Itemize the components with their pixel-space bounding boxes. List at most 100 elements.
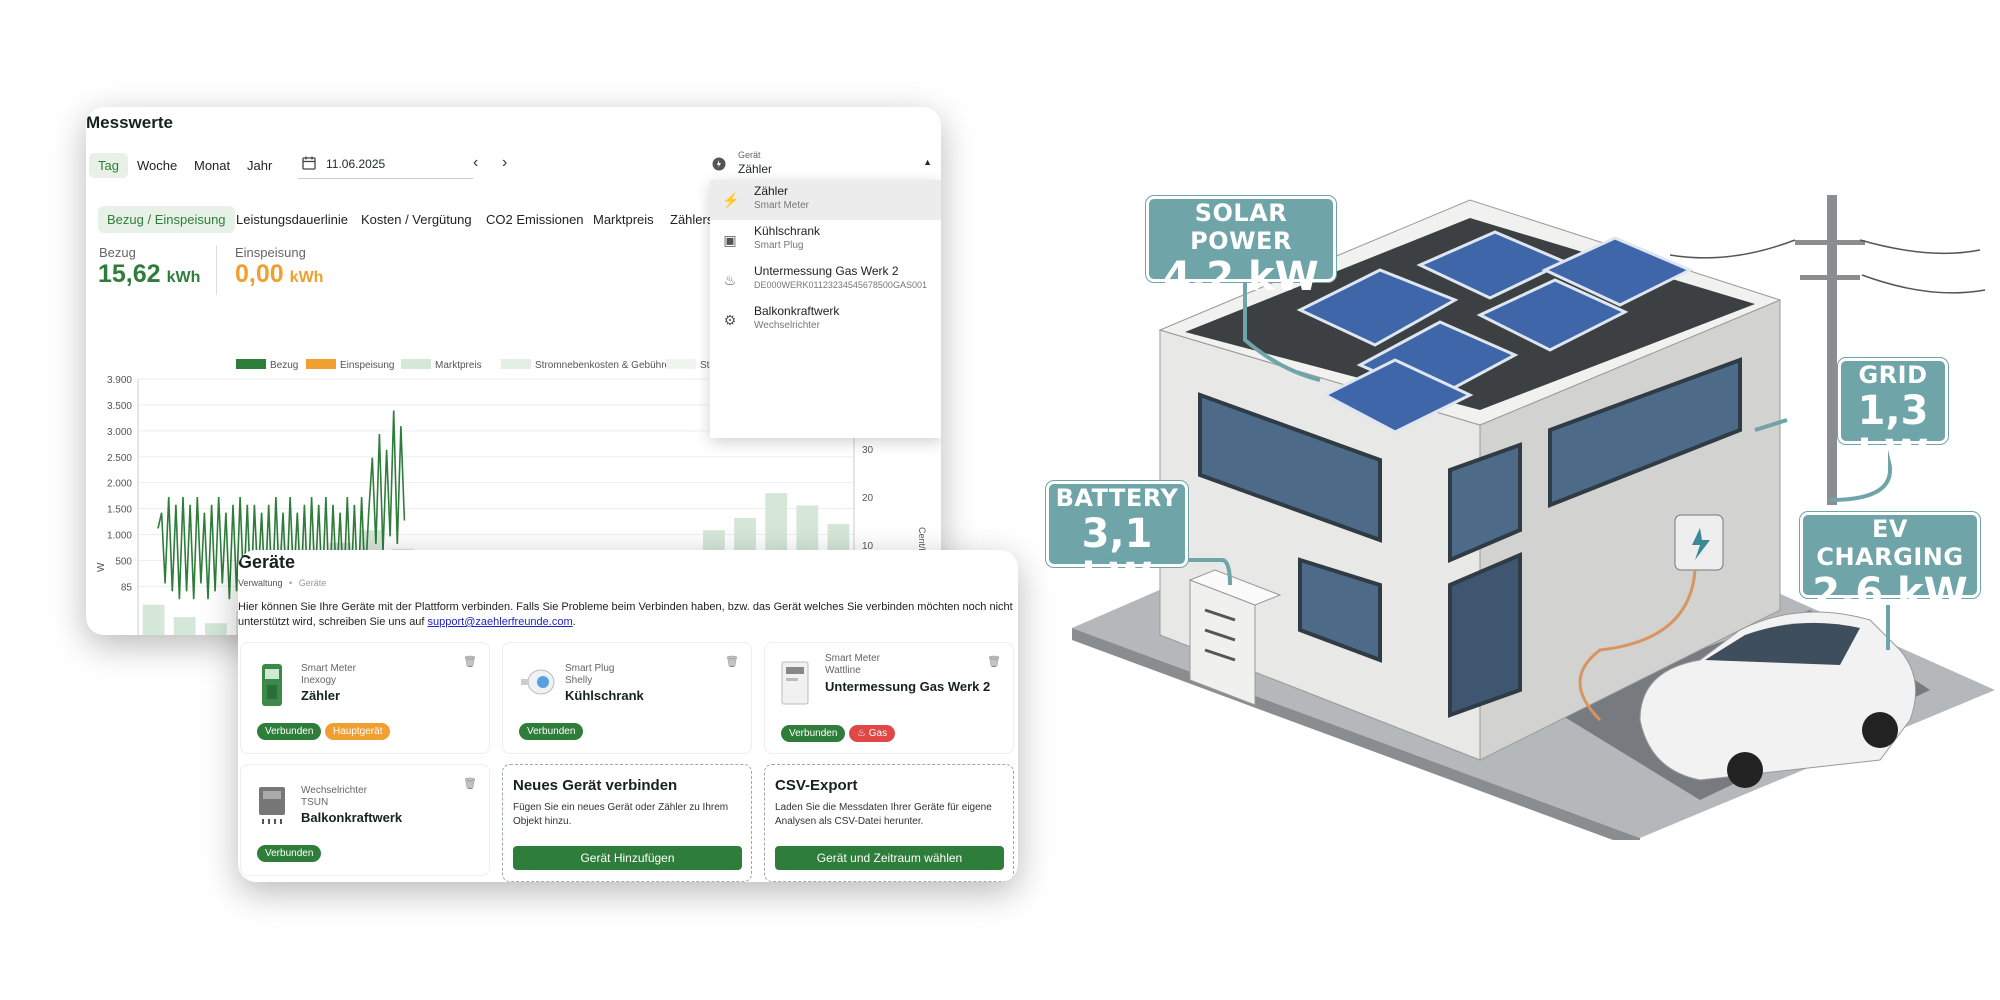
intro-body: Hier können Sie Ihre Geräte mit der Plat… [238, 601, 1013, 628]
next-day-button[interactable]: › [502, 154, 507, 172]
dropdown-item-title: Balkonkraftwerk [754, 304, 840, 318]
legend-label: Stromnebenkosten & Gebühren [535, 360, 676, 371]
tab-zaehlers[interactable]: Zählers [670, 212, 713, 227]
ev-charging-value: 2,6 kW [1812, 570, 1968, 616]
status-badge: Verbunden [781, 725, 846, 742]
device-name: Zähler [301, 688, 341, 703]
gas-badge-label: Gas [868, 728, 888, 739]
device-card-balkonkraftwerk[interactable]: Wechselrichter TSUN Balkonkraftwerk 🗑 Ve… [240, 764, 490, 876]
device-brand: Shelly [565, 675, 593, 686]
device-select[interactable]: Gerät Zähler ▲ [710, 147, 941, 181]
flame-icon: ♨ [857, 728, 869, 739]
csv-export-text: Laden Sie die Messdaten Ihrer Geräte für… [775, 802, 992, 827]
dropdown-item-title: Kühlschrank [754, 224, 821, 238]
legend-label: Bezug [270, 360, 298, 371]
status-badge: Verbunden [519, 723, 584, 740]
breadcrumb: Verwaltung • Geräte [238, 578, 326, 588]
add-device-button[interactable]: Gerät Hinzufügen [513, 846, 742, 870]
tab-bezug-einspeisung[interactable]: Bezug / Einspeisung [98, 206, 235, 233]
dropdown-item-gas[interactable]: ♨ Untermessung Gas Werk 2 DE000WERK01123… [710, 260, 941, 300]
device-type: Smart Meter [301, 663, 357, 674]
device-card-zaehler[interactable]: Smart Meter Inexogy Zähler 🗑 Verbunden H… [240, 642, 490, 754]
dropdown-item-sub: DE000WERK01123234545678500GAS001 [754, 280, 927, 290]
smart-meter-icon [262, 664, 282, 706]
smart-plug-icon [521, 669, 555, 695]
device-name: Untermessung Gas Werk 2 [825, 679, 991, 694]
trash-icon[interactable]: 🗑 [463, 777, 477, 790]
csv-export-title: CSV-Export [775, 777, 858, 794]
status-badge: Verbunden [257, 723, 322, 740]
csv-export-card: CSV-Export Laden Sie die Messdaten Ihrer… [764, 764, 1014, 882]
y-tick-label: 3.500 [107, 401, 132, 412]
dropdown-item-balkonkraftwerk[interactable]: ⚙ Balkonkraftwerk Wechselrichter [710, 300, 941, 340]
grid-label: GRID [1858, 361, 1928, 389]
device-brand: TSUN [301, 797, 329, 808]
device-card-gas[interactable]: Smart Meter Wattline Untermessung Gas We… [764, 642, 1014, 754]
y-axis-label: W [96, 562, 107, 572]
breadcrumb-separator: • [289, 578, 293, 588]
tab-jahr[interactable]: Jahr [247, 158, 272, 173]
tab-kosten-verguetung[interactable]: Kosten / Vergütung [361, 212, 472, 227]
bezug-value: 15,62 kWh [98, 260, 201, 288]
legend-swatch [501, 359, 531, 369]
y-tick-label: 3.900 [107, 375, 132, 386]
dropdown-item-kuehlschrank[interactable]: ▣ Kühlschrank Smart Plug [710, 220, 941, 260]
new-device-title: Neues Gerät verbinden [513, 777, 678, 794]
divider [216, 245, 217, 295]
tab-co2-emissionen[interactable]: CO2 Emissionen [486, 212, 584, 227]
device-card-kuehlschrank[interactable]: Smart Plug Shelly Kühlschrank 🗑 Verbunde… [502, 642, 752, 754]
meter-icon: ⚡ [722, 192, 740, 208]
geraete-card: Geräte Verwaltung • Geräte Hier können S… [238, 550, 1018, 882]
einspeisung-label: Einspeisung [235, 245, 306, 260]
y-tick-label: 2.000 [107, 479, 132, 490]
page-title: Messwerte [86, 113, 173, 132]
tab-marktpreis[interactable]: Marktpreis [593, 212, 654, 227]
solar-inverter-icon: ⚙ [723, 312, 737, 328]
geraete-title: Geräte [238, 552, 296, 572]
breadcrumb-item[interactable]: Verwaltung [238, 578, 283, 588]
new-device-card: Neues Gerät verbinden Fügen Sie ein neue… [502, 764, 752, 882]
entrance-door [1448, 551, 1522, 718]
chevron-up-icon: ▲ [923, 157, 932, 167]
grid-value: 1,3 kW [1857, 388, 1929, 478]
support-email-link[interactable]: support@zaehlerfreunde.com [428, 616, 573, 628]
prev-day-button[interactable]: ‹ [473, 154, 478, 172]
device-name: Balkonkraftwerk [301, 810, 403, 825]
einspeisung-value: 0,00 kWh [235, 260, 324, 288]
tab-leistungsdauerlinie[interactable]: Leistungsdauerlinie [236, 212, 348, 227]
bar-marktpreis [173, 617, 196, 635]
legend-label: Einspeisung [340, 360, 394, 371]
device-brand: Inexogy [301, 675, 337, 686]
legend-swatch [666, 359, 696, 369]
y-tick-label: 1.500 [107, 505, 132, 516]
solar-power-tag: SOLAR POWER 4,2 kW [1146, 196, 1336, 299]
inverter-icon [259, 787, 285, 824]
tab-monat[interactable]: Monat [194, 158, 230, 173]
gas-badge: ♨ Gas [849, 725, 896, 742]
solar-power-value: 4,2 kW [1163, 254, 1319, 300]
trash-icon[interactable]: 🗑 [725, 655, 739, 668]
tab-tag[interactable]: Tag [89, 153, 128, 178]
dropdown-item-title: Zähler [754, 184, 789, 198]
bezug-label: Bezug [99, 245, 136, 260]
flame-icon: ♨ [723, 272, 737, 288]
dropdown-item-zaehler[interactable]: ⚡ Zähler Smart Meter [710, 180, 941, 220]
trash-icon[interactable]: 🗑 [463, 655, 477, 668]
calendar-icon [302, 156, 316, 170]
battery-value: 3,1 kW [1081, 511, 1153, 601]
dropdown-item-sub: Smart Plug [754, 240, 804, 251]
date-value: 11.06.2025 [326, 157, 386, 171]
trash-icon[interactable]: 🗑 [987, 655, 1001, 668]
device-type: Wechselrichter [301, 785, 367, 796]
csv-export-button[interactable]: Gerät und Zeitraum wählen [775, 846, 1004, 870]
dropdown-item-sub: Smart Meter [754, 200, 810, 211]
legend-swatch [306, 359, 336, 369]
device-type: Smart Meter [825, 653, 881, 664]
y-tick-label: 2.500 [107, 453, 132, 464]
device-select-value: Zähler [738, 162, 773, 176]
legend-swatch [401, 359, 431, 369]
legend-label: Marktpreis [435, 360, 482, 371]
device-name: Kühlschrank [565, 688, 644, 703]
date-picker[interactable]: 11.06.2025 [298, 147, 473, 179]
tab-woche[interactable]: Woche [137, 158, 177, 173]
